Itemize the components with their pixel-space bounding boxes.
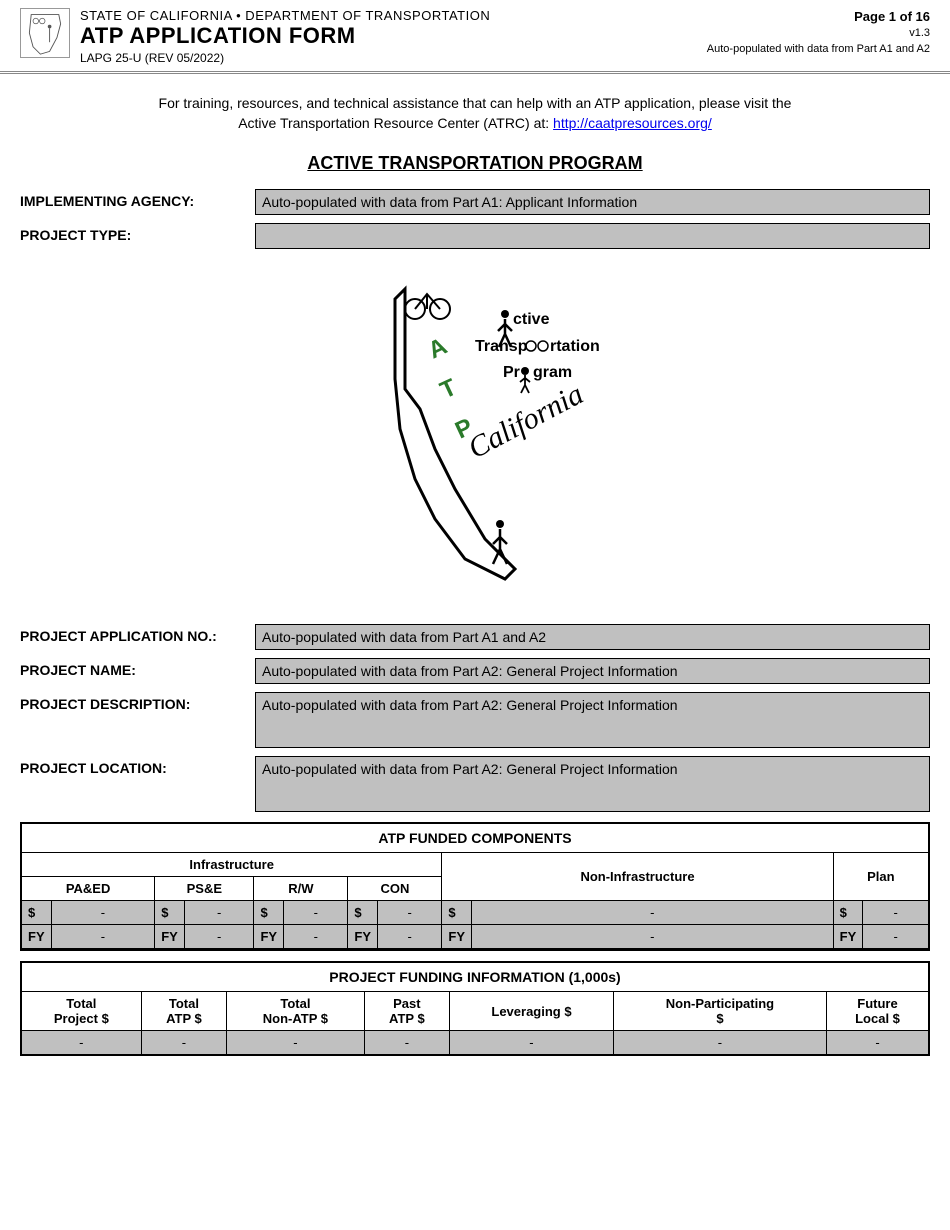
version: v1.3	[707, 26, 930, 41]
atp-california-logo-icon: A T P ctive Transp rtation Pr gram Calif…	[345, 279, 605, 589]
project-name-label: PROJECT NAME:	[20, 658, 255, 678]
project-type-label: PROJECT TYPE:	[20, 223, 255, 243]
fund-col-2: Total Non-ATP $	[227, 992, 364, 1031]
form-title: ATP APPLICATION FORM	[80, 23, 707, 49]
program-title: ACTIVE TRANSPORTATION PROGRAM	[0, 153, 950, 174]
project-type-field[interactable]	[255, 223, 930, 249]
svg-text:Transp: Transp	[475, 338, 528, 355]
fund-col-5: Non-Participating $	[613, 992, 826, 1031]
col-plan: Plan	[833, 853, 929, 901]
fund-col-6: Future Local $	[827, 992, 929, 1031]
fund-col-4: Leveraging $	[450, 992, 614, 1031]
funding-info-table-wrap: PROJECT FUNDING INFORMATION (1,000s) Tot…	[20, 961, 930, 1056]
col-paed: PA&ED	[21, 877, 155, 901]
intro-text: For training, resources, and technical a…	[60, 94, 890, 133]
col-rw: R/W	[254, 877, 348, 901]
auto-populated-note: Auto-populated with data from Part A1 an…	[707, 42, 930, 57]
funding-info-table: PROJECT FUNDING INFORMATION (1,000s) Tot…	[20, 961, 930, 1056]
svg-text:ctive: ctive	[513, 311, 550, 328]
fund-col-3: Past ATP $	[364, 992, 449, 1031]
project-description-label: PROJECT DESCRIPTION:	[20, 692, 255, 712]
implementing-agency-label: IMPLEMENTING AGENCY:	[20, 189, 255, 209]
department-line: STATE OF CALIFORNIA • DEPARTMENT OF TRAN…	[80, 8, 707, 23]
project-location-field[interactable]: Auto-populated with data from Part A2: G…	[255, 756, 930, 812]
form-code: LAPG 25-U (REV 05/2022)	[80, 51, 707, 65]
header-text-block: STATE OF CALIFORNIA • DEPARTMENT OF TRAN…	[80, 8, 707, 65]
svg-text:rtation: rtation	[550, 338, 600, 355]
atp-california-logo: A T P ctive Transp rtation Pr gram Calif…	[0, 279, 950, 594]
project-name-row: PROJECT NAME: Auto-populated with data f…	[20, 658, 930, 684]
atp-funded-table-wrap: ATP FUNDED COMPONENTS Infrastructure Non…	[20, 822, 930, 951]
implementing-agency-field[interactable]: Auto-populated with data from Part A1: A…	[255, 189, 930, 215]
svg-text:California: California	[463, 378, 589, 466]
infrastructure-header: Infrastructure	[21, 853, 442, 877]
col-noninfra: Non-Infrastructure	[442, 853, 833, 901]
caltrans-logo	[20, 8, 70, 58]
project-location-row: PROJECT LOCATION: Auto-populated with da…	[20, 756, 930, 812]
project-description-field[interactable]: Auto-populated with data from Part A2: G…	[255, 692, 930, 748]
implementing-agency-row: IMPLEMENTING AGENCY: Auto-populated with…	[20, 189, 930, 215]
svg-text:T: T	[436, 374, 461, 405]
project-type-row: PROJECT TYPE:	[20, 223, 930, 249]
funding-row: - - - - - - -	[21, 1031, 929, 1056]
atp-fy-row: FY- FY- FY- FY- FY- FY-	[21, 925, 929, 950]
svg-text:A: A	[424, 333, 451, 365]
fund-col-1: Total ATP $	[141, 992, 226, 1031]
project-application-no-field[interactable]: Auto-populated with data from Part A1 an…	[255, 624, 930, 650]
project-location-label: PROJECT LOCATION:	[20, 756, 255, 776]
funding-info-title: PROJECT FUNDING INFORMATION (1,000s)	[21, 962, 929, 992]
fund-col-0: Total Project $	[21, 992, 141, 1031]
project-application-no-label: PROJECT APPLICATION NO.:	[20, 624, 255, 644]
caltrans-logo-icon	[22, 10, 68, 56]
atp-funded-title: ATP FUNDED COMPONENTS	[21, 823, 929, 853]
project-description-row: PROJECT DESCRIPTION: Auto-populated with…	[20, 692, 930, 748]
page-header: STATE OF CALIFORNIA • DEPARTMENT OF TRAN…	[0, 0, 950, 74]
atp-dollar-row: $- $- $- $- $- $-	[21, 901, 929, 925]
page-number: Page 1 of 16	[707, 8, 930, 26]
atp-funded-table: ATP FUNDED COMPONENTS Infrastructure Non…	[20, 822, 930, 951]
atrc-link[interactable]: http://caatpresources.org/	[553, 115, 712, 131]
project-application-no-row: PROJECT APPLICATION NO.: Auto-populated …	[20, 624, 930, 650]
svg-text:Pr: Pr	[503, 364, 520, 381]
header-right: Page 1 of 16 v1.3 Auto-populated with da…	[707, 8, 930, 57]
svg-text:gram: gram	[533, 364, 572, 381]
col-con: CON	[348, 877, 442, 901]
col-pse: PS&E	[155, 877, 254, 901]
project-name-field[interactable]: Auto-populated with data from Part A2: G…	[255, 658, 930, 684]
